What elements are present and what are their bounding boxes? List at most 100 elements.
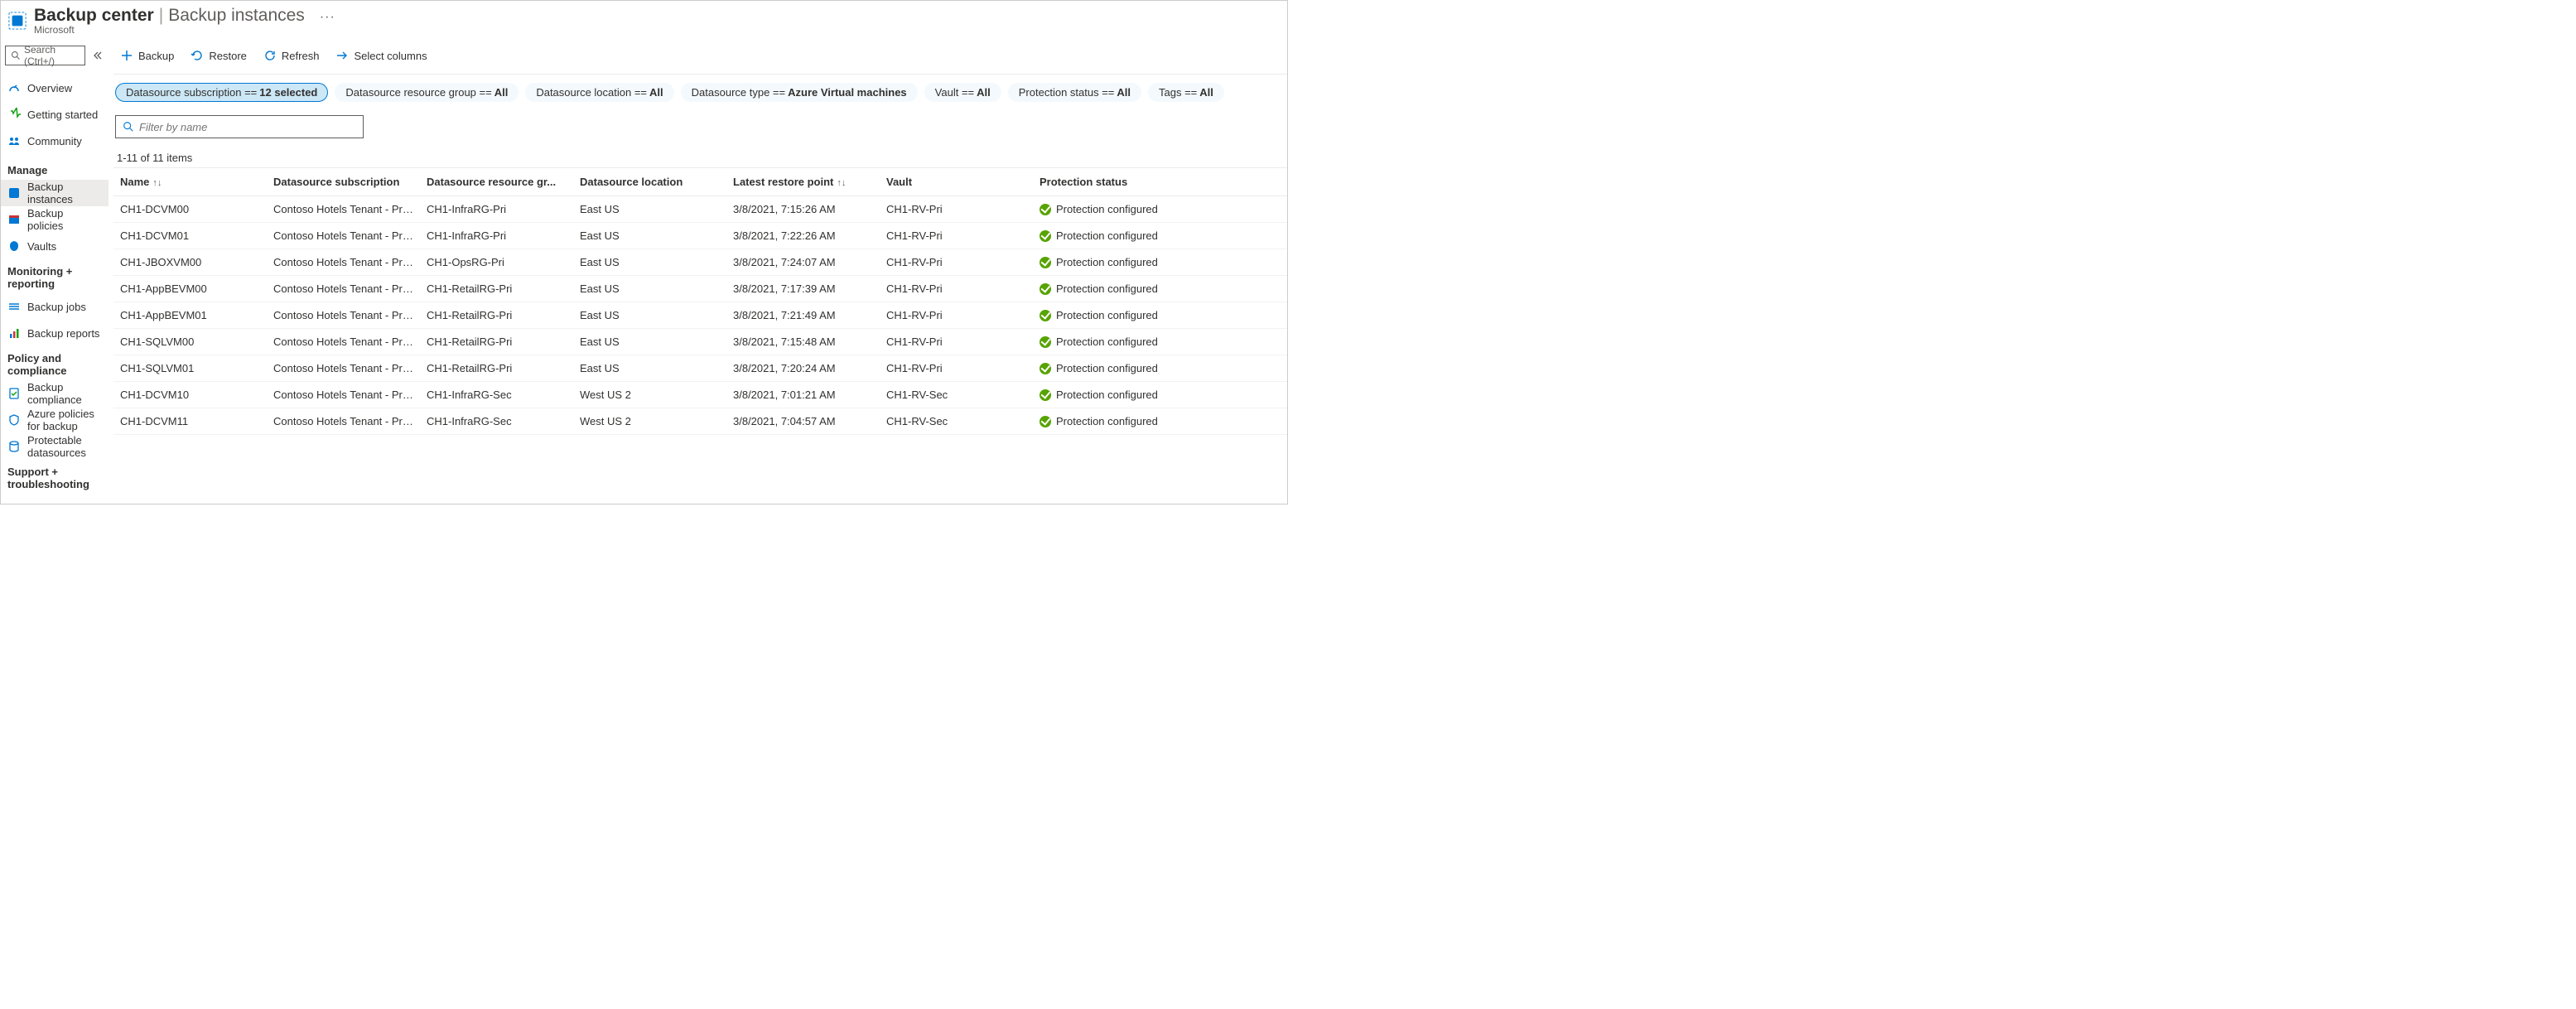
restore-button-label: Restore: [209, 50, 247, 62]
restore-button[interactable]: Restore: [186, 46, 252, 65]
sidebar-item-overview[interactable]: Overview: [1, 75, 109, 101]
sidebar-item-protectable-datasources[interactable]: Protectable datasources: [1, 433, 109, 460]
cell-subscription: Contoso Hotels Tenant - Pro...: [267, 276, 420, 302]
cell-subscription: Contoso Hotels Tenant - Pro...: [267, 196, 420, 223]
filter-pill[interactable]: Protection status == All: [1008, 83, 1141, 102]
cell-name: CH1-DCVM10: [113, 382, 267, 408]
sidebar-section-header: Manage: [1, 158, 109, 180]
select-columns-button[interactable]: Select columns: [330, 46, 432, 65]
item-count-label: 1-11 of 11 items: [113, 143, 1287, 167]
page-title: Backup center: [34, 6, 154, 26]
cell-resource-group: CH1-RetailRG-Pri: [420, 355, 573, 382]
filter-pill[interactable]: Datasource subscription == 12 selected: [115, 83, 328, 102]
sidebar-item-getting-started[interactable]: Getting started: [1, 101, 109, 128]
col-header-restore-point[interactable]: Latest restore point↑↓: [726, 168, 880, 196]
success-icon: [1040, 257, 1051, 268]
filter-pill[interactable]: Datasource location == All: [525, 83, 673, 102]
col-header-name[interactable]: Name↑↓: [113, 168, 267, 196]
sidebar-item-backup-jobs[interactable]: Backup jobs: [1, 293, 109, 320]
filter-pill[interactable]: Datasource resource group == All: [335, 83, 519, 102]
table-row[interactable]: CH1-SQLVM01Contoso Hotels Tenant - Pro..…: [113, 355, 1287, 382]
cell-resource-group: CH1-InfraRG-Sec: [420, 382, 573, 408]
search-placeholder: Search (Ctrl+/): [24, 44, 80, 67]
cell-location: East US: [573, 249, 726, 276]
cell-name: CH1-SQLVM01: [113, 355, 267, 382]
plus-icon: [120, 49, 133, 62]
cell-subscription: Contoso Hotels Tenant - Pro...: [267, 382, 420, 408]
filter-bar: Datasource subscription == 12 selected Da…: [113, 75, 1287, 110]
cell-name: CH1-DCVM11: [113, 408, 267, 435]
refresh-icon: [263, 49, 277, 62]
cell-restore-point: 3/8/2021, 7:20:24 AM: [726, 355, 880, 382]
cell-resource-group: CH1-RetailRG-Pri: [420, 329, 573, 355]
table-row[interactable]: CH1-JBOXVM00Contoso Hotels Tenant - Pro.…: [113, 249, 1287, 276]
filter-pill[interactable]: Vault == All: [924, 83, 1001, 102]
cell-vault: CH1-RV-Pri: [880, 329, 1033, 355]
table-row[interactable]: CH1-DCVM01Contoso Hotels Tenant - Pro...…: [113, 223, 1287, 249]
cell-resource-group: CH1-InfraRG-Sec: [420, 408, 573, 435]
collapse-sidebar-button[interactable]: [90, 48, 105, 63]
filter-by-name-input[interactable]: [115, 115, 364, 138]
backup-button[interactable]: Backup: [115, 46, 179, 65]
table-row[interactable]: CH1-SQLVM00Contoso Hotels Tenant - Pro..…: [113, 329, 1287, 355]
sidebar-item-backup-reports[interactable]: Backup reports: [1, 320, 109, 346]
service-icon: [6, 9, 29, 32]
title-separator: |: [159, 6, 163, 26]
refresh-button-label: Refresh: [282, 50, 320, 62]
cell-subscription: Contoso Hotels Tenant - Pro...: [267, 408, 420, 435]
cell-resource-group: CH1-OpsRG-Pri: [420, 249, 573, 276]
cell-status: Protection configured: [1033, 355, 1287, 382]
cell-location: East US: [573, 329, 726, 355]
col-header-location[interactable]: Datasource location: [573, 168, 726, 196]
success-icon: [1040, 283, 1051, 295]
sidebar-section-header: Policy and compliance: [1, 346, 109, 380]
sidebar-item-backup-policies[interactable]: Backup policies: [1, 206, 109, 233]
cell-vault: CH1-RV-Sec: [880, 408, 1033, 435]
col-header-resource-group[interactable]: Datasource resource gr...: [420, 168, 573, 196]
sidebar-item-backup-instances[interactable]: Backup instances: [1, 180, 109, 206]
cell-vault: CH1-RV-Pri: [880, 302, 1033, 329]
select-columns-label: Select columns: [354, 50, 427, 62]
col-header-vault[interactable]: Vault: [880, 168, 1033, 196]
success-icon: [1040, 310, 1051, 321]
cell-vault: CH1-RV-Pri: [880, 196, 1033, 223]
cell-status: Protection configured: [1033, 302, 1287, 329]
cell-name: CH1-DCVM00: [113, 196, 267, 223]
cell-location: East US: [573, 302, 726, 329]
cell-restore-point: 3/8/2021, 7:04:57 AM: [726, 408, 880, 435]
sidebar-item-backup-compliance[interactable]: Backup compliance: [1, 380, 109, 407]
cell-vault: CH1-RV-Pri: [880, 249, 1033, 276]
cell-resource-group: CH1-InfraRG-Pri: [420, 223, 573, 249]
success-icon: [1040, 204, 1051, 215]
cell-location: East US: [573, 196, 726, 223]
table-row[interactable]: CH1-DCVM10Contoso Hotels Tenant - Pro...…: [113, 382, 1287, 408]
table-row[interactable]: CH1-AppBEVM01Contoso Hotels Tenant - Pro…: [113, 302, 1287, 329]
sidebar-item-community[interactable]: Community: [1, 128, 109, 154]
table-row[interactable]: CH1-AppBEVM00Contoso Hotels Tenant - Pro…: [113, 276, 1287, 302]
filter-text-field[interactable]: [139, 121, 356, 133]
sidebar-search-input[interactable]: Search (Ctrl+/): [5, 46, 85, 65]
col-header-status[interactable]: Protection status: [1033, 168, 1287, 196]
sidebar-item-azure-policies-for-backup[interactable]: Azure policies for backup: [1, 407, 109, 433]
cell-restore-point: 3/8/2021, 7:22:26 AM: [726, 223, 880, 249]
cell-location: West US 2: [573, 408, 726, 435]
instances-table: Name↑↓ Datasource subscription Datasourc…: [113, 167, 1287, 435]
cell-status: Protection configured: [1033, 276, 1287, 302]
filter-pill[interactable]: Tags == All: [1148, 83, 1224, 102]
cell-restore-point: 3/8/2021, 7:17:39 AM: [726, 276, 880, 302]
cell-subscription: Contoso Hotels Tenant - Pro...: [267, 329, 420, 355]
more-actions-icon[interactable]: ···: [320, 10, 335, 25]
refresh-button[interactable]: Refresh: [258, 46, 325, 65]
success-icon: [1040, 230, 1051, 242]
cell-restore-point: 3/8/2021, 7:21:49 AM: [726, 302, 880, 329]
cell-restore-point: 3/8/2021, 7:15:48 AM: [726, 329, 880, 355]
cell-status: Protection configured: [1033, 196, 1287, 223]
page-header: Backup center | Backup instances ··· Mic…: [1, 1, 1287, 41]
col-header-subscription[interactable]: Datasource subscription: [267, 168, 420, 196]
filter-pill[interactable]: Datasource type == Azure Virtual machine…: [681, 83, 918, 102]
table-row[interactable]: CH1-DCVM00Contoso Hotels Tenant - Pro...…: [113, 196, 1287, 223]
sidebar-item-vaults[interactable]: Vaults: [1, 233, 109, 259]
table-row[interactable]: CH1-DCVM11Contoso Hotels Tenant - Pro...…: [113, 408, 1287, 435]
cell-restore-point: 3/8/2021, 7:01:21 AM: [726, 382, 880, 408]
cell-status: Protection configured: [1033, 223, 1287, 249]
